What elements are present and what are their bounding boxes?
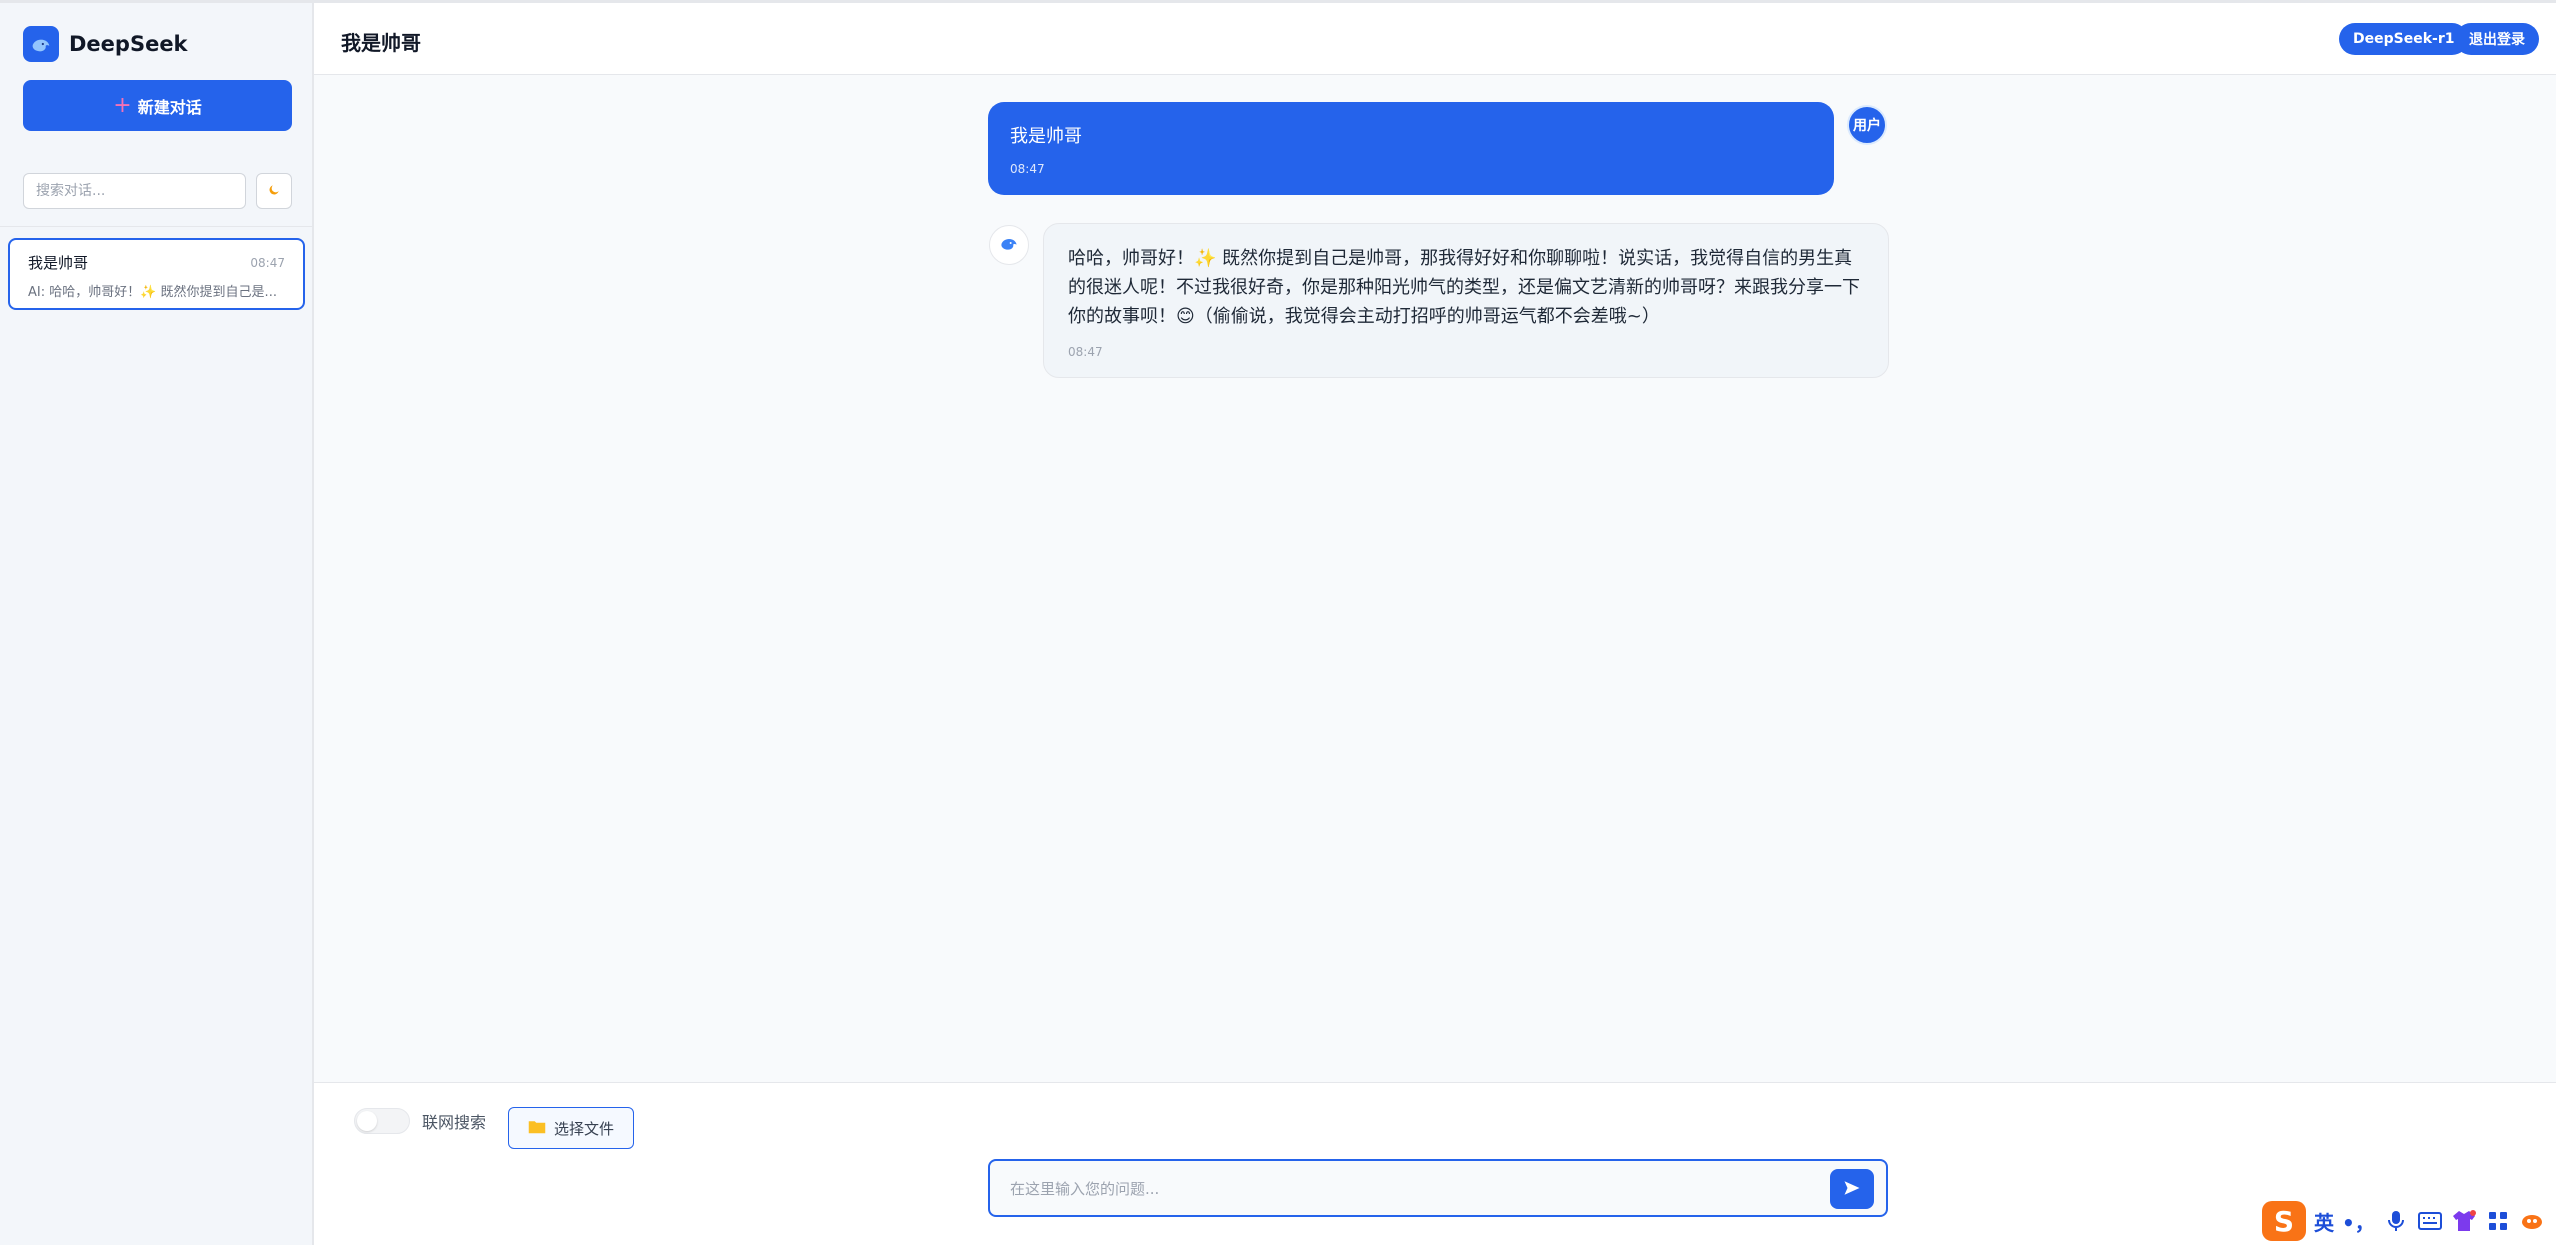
- user-message-text: 我是帅哥: [1010, 126, 1082, 147]
- folder-icon: [528, 1119, 546, 1138]
- ai-message-text: 哈哈，帅哥好！✨ 既然你提到自己是帅哥，那我得好好和你聊聊啦！说实话，我觉得自信…: [1068, 248, 1860, 327]
- user-message-time: 08:47: [1010, 162, 1045, 176]
- theme-toggle-button[interactable]: [256, 173, 292, 209]
- new-chat-label: 新建对话: [137, 97, 202, 117]
- search-row: [23, 173, 292, 209]
- logout-button[interactable]: 退出登录: [2455, 23, 2539, 55]
- apps-grid-icon[interactable]: [2485, 1208, 2511, 1234]
- toggle-knob: [357, 1111, 377, 1131]
- search-conversations-input[interactable]: [23, 173, 246, 209]
- ime-language-toggle[interactable]: 英: [2314, 1207, 2334, 1236]
- conversation-item[interactable]: 我是帅哥 08:47 AI: 哈哈，帅哥好！✨ 既然你提到自己是...: [8, 238, 305, 310]
- sidebar-divider: [0, 226, 312, 227]
- sidebar: DeepSeek + 新建对话 我是帅哥 08:47 AI: 哈哈，帅哥好！✨ …: [0, 3, 314, 1245]
- user-avatar: 用户: [1847, 105, 1887, 145]
- deepseek-whale-icon: [999, 233, 1019, 257]
- plus-icon: +: [113, 93, 132, 118]
- ai-message-bubble: 哈哈，帅哥好！✨ 既然你提到自己是帅哥，那我得好好和你聊聊啦！说实话，我觉得自信…: [1043, 223, 1889, 378]
- message-input-box: [988, 1159, 1888, 1217]
- ai-message-time: 08:47: [1068, 345, 1103, 359]
- web-search-toggle[interactable]: [354, 1108, 410, 1134]
- chat-main: 我是帅哥 DeepSeek-r1 退出登录 我是帅哥 08:47 用户 哈哈，帅…: [314, 3, 2556, 1245]
- deepseek-whale-icon: [23, 26, 59, 62]
- moon-icon: [267, 183, 281, 200]
- skin-shirt-icon[interactable]: [2451, 1208, 2477, 1234]
- send-icon: [1843, 1179, 1861, 1200]
- page-title: 我是帅哥: [341, 31, 421, 55]
- brand-name: DeepSeek: [69, 32, 188, 56]
- conversation-time: 08:47: [250, 255, 285, 270]
- sogou-logo-icon[interactable]: S: [2262, 1201, 2306, 1241]
- conversation-preview: AI: 哈哈，帅哥好！✨ 既然你提到自己是...: [28, 285, 277, 300]
- brand: DeepSeek: [23, 26, 188, 62]
- new-chat-button[interactable]: + 新建对话: [23, 80, 292, 131]
- microphone-icon[interactable]: [2383, 1208, 2409, 1234]
- web-search-toggle-row: 联网搜索: [354, 1108, 486, 1134]
- mascot-icon[interactable]: [2519, 1208, 2545, 1234]
- choose-file-button[interactable]: 选择文件: [508, 1107, 634, 1149]
- choose-file-label: 选择文件: [553, 1119, 614, 1138]
- message-input[interactable]: [1010, 1175, 1810, 1203]
- keyboard-icon[interactable]: [2417, 1208, 2443, 1234]
- ai-avatar: [989, 225, 1029, 265]
- user-message-bubble: 我是帅哥 08:47: [988, 102, 1834, 195]
- app-window: DeepSeek + 新建对话 我是帅哥 08:47 AI: 哈哈，帅哥好！✨ …: [0, 0, 2556, 1245]
- chat-header: 我是帅哥 DeepSeek-r1 退出登录: [314, 3, 2556, 75]
- ime-punctuation-toggle[interactable]: •，: [2342, 1207, 2375, 1236]
- composer-area: 联网搜索 选择文件: [314, 1082, 2556, 1245]
- send-button[interactable]: [1830, 1169, 1874, 1209]
- web-search-label: 联网搜索: [422, 1113, 487, 1132]
- model-select-button[interactable]: DeepSeek-r1: [2339, 23, 2469, 55]
- conversation-title: 我是帅哥: [28, 254, 89, 272]
- ime-toolbar: S 英 •，: [2256, 1198, 2552, 1244]
